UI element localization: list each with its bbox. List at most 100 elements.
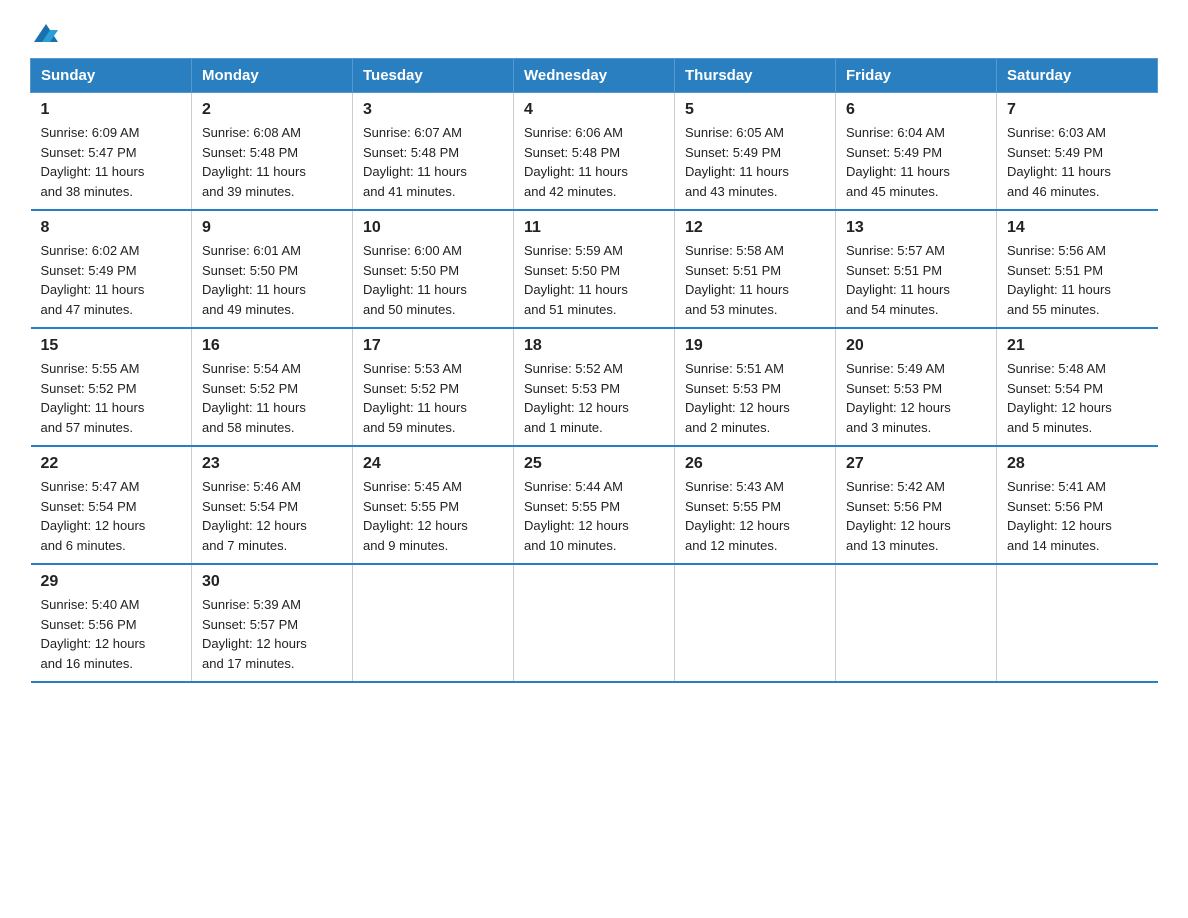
calendar-cell: 29 Sunrise: 5:40 AMSunset: 5:56 PMDayligh… <box>31 564 192 682</box>
calendar-cell <box>514 564 675 682</box>
day-info: Sunrise: 5:49 AMSunset: 5:53 PMDaylight:… <box>846 359 986 437</box>
calendar-cell: 6 Sunrise: 6:04 AMSunset: 5:49 PMDaylight… <box>836 93 997 211</box>
calendar-cell: 5 Sunrise: 6:05 AMSunset: 5:49 PMDaylight… <box>675 93 836 211</box>
day-number: 23 <box>202 455 342 473</box>
day-info: Sunrise: 5:58 AMSunset: 5:51 PMDaylight:… <box>685 241 825 319</box>
day-number: 4 <box>524 101 664 119</box>
calendar-cell: 17Sunrise: 5:53 AMSunset: 5:52 PMDayligh… <box>353 328 514 446</box>
day-info: Sunrise: 5:47 AMSunset: 5:54 PMDaylight:… <box>41 477 182 555</box>
day-info: Sunrise: 5:55 AMSunset: 5:52 PMDaylight:… <box>41 359 182 437</box>
calendar-cell: 2Sunrise: 6:08 AMSunset: 5:48 PMDaylight… <box>192 93 353 211</box>
calendar-cell <box>353 564 514 682</box>
calendar-cell: 14 Sunrise: 5:56 AMSunset: 5:51 PMDayligh… <box>997 210 1158 328</box>
day-info: Sunrise: 6:09 AMSunset: 5:47 PMDaylight:… <box>41 123 182 201</box>
day-number: 1 <box>41 101 182 119</box>
day-info: Sunrise: 5:43 AMSunset: 5:55 PMDaylight:… <box>685 477 825 555</box>
day-number: 3 <box>363 101 503 119</box>
day-info: Sunrise: 5:41 AMSunset: 5:56 PMDaylight:… <box>1007 477 1148 555</box>
calendar-cell: 25 Sunrise: 5:44 AMSunset: 5:55 PMDayligh… <box>514 446 675 564</box>
day-number: 14 <box>1007 219 1148 237</box>
calendar-week-row: 8 Sunrise: 6:02 AMSunset: 5:49 PMDaylight… <box>31 210 1158 328</box>
calendar-cell: 1 Sunrise: 6:09 AMSunset: 5:47 PMDaylight… <box>31 93 192 211</box>
day-number: 28 <box>1007 455 1148 473</box>
day-number: 13 <box>846 219 986 237</box>
day-number: 6 <box>846 101 986 119</box>
day-number: 10 <box>363 219 503 237</box>
calendar-week-row: 1 Sunrise: 6:09 AMSunset: 5:47 PMDaylight… <box>31 93 1158 211</box>
day-number: 20 <box>846 337 986 355</box>
calendar-cell: 19 Sunrise: 5:51 AMSunset: 5:53 PMDayligh… <box>675 328 836 446</box>
calendar-cell: 12 Sunrise: 5:58 AMSunset: 5:51 PMDayligh… <box>675 210 836 328</box>
day-number: 7 <box>1007 101 1148 119</box>
day-number: 18 <box>524 337 664 355</box>
day-info: Sunrise: 6:06 AMSunset: 5:48 PMDaylight:… <box>524 123 664 201</box>
day-number: 19 <box>685 337 825 355</box>
calendar-cell: 7 Sunrise: 6:03 AMSunset: 5:49 PMDaylight… <box>997 93 1158 211</box>
day-number: 16 <box>202 337 342 355</box>
calendar-cell: 9 Sunrise: 6:01 AMSunset: 5:50 PMDaylight… <box>192 210 353 328</box>
day-number: 29 <box>41 573 182 591</box>
header-sunday: Sunday <box>31 59 192 93</box>
day-number: 9 <box>202 219 342 237</box>
day-number: 22 <box>41 455 182 473</box>
day-number: 24 <box>363 455 503 473</box>
calendar-cell: 27Sunrise: 5:42 AMSunset: 5:56 PMDayligh… <box>836 446 997 564</box>
day-info: Sunrise: 5:59 AMSunset: 5:50 PMDaylight:… <box>524 241 664 319</box>
day-info: Sunrise: 5:48 AMSunset: 5:54 PMDaylight:… <box>1007 359 1148 437</box>
header-thursday: Thursday <box>675 59 836 93</box>
day-info: Sunrise: 5:40 AMSunset: 5:56 PMDaylight:… <box>41 595 182 673</box>
day-number: 15 <box>41 337 182 355</box>
calendar-cell: 8 Sunrise: 6:02 AMSunset: 5:49 PMDaylight… <box>31 210 192 328</box>
calendar-cell: 15 Sunrise: 5:55 AMSunset: 5:52 PMDayligh… <box>31 328 192 446</box>
day-info: Sunrise: 6:04 AMSunset: 5:49 PMDaylight:… <box>846 123 986 201</box>
calendar-cell: 11Sunrise: 5:59 AMSunset: 5:50 PMDayligh… <box>514 210 675 328</box>
day-info: Sunrise: 5:45 AMSunset: 5:55 PMDaylight:… <box>363 477 503 555</box>
calendar-cell: 10Sunrise: 6:00 AMSunset: 5:50 PMDayligh… <box>353 210 514 328</box>
calendar-table: Sunday Monday Tuesday Wednesday Thursday… <box>30 58 1158 683</box>
calendar-body: 1 Sunrise: 6:09 AMSunset: 5:47 PMDaylight… <box>31 93 1158 683</box>
day-info: Sunrise: 5:56 AMSunset: 5:51 PMDaylight:… <box>1007 241 1148 319</box>
day-number: 5 <box>685 101 825 119</box>
header-wednesday: Wednesday <box>514 59 675 93</box>
calendar-week-row: 15 Sunrise: 5:55 AMSunset: 5:52 PMDayligh… <box>31 328 1158 446</box>
calendar-cell: 28 Sunrise: 5:41 AMSunset: 5:56 PMDayligh… <box>997 446 1158 564</box>
logo-icon <box>32 20 60 48</box>
day-info: Sunrise: 6:01 AMSunset: 5:50 PMDaylight:… <box>202 241 342 319</box>
day-number: 25 <box>524 455 664 473</box>
calendar-header-row: Sunday Monday Tuesday Wednesday Thursday… <box>31 59 1158 93</box>
header-tuesday: Tuesday <box>353 59 514 93</box>
calendar-cell: 21 Sunrise: 5:48 AMSunset: 5:54 PMDayligh… <box>997 328 1158 446</box>
calendar-cell: 30 Sunrise: 5:39 AMSunset: 5:57 PMDayligh… <box>192 564 353 682</box>
day-info: Sunrise: 5:46 AMSunset: 5:54 PMDaylight:… <box>202 477 342 555</box>
day-info: Sunrise: 6:02 AMSunset: 5:49 PMDaylight:… <box>41 241 182 319</box>
header-friday: Friday <box>836 59 997 93</box>
day-number: 26 <box>685 455 825 473</box>
calendar-cell: 22 Sunrise: 5:47 AMSunset: 5:54 PMDayligh… <box>31 446 192 564</box>
day-info: Sunrise: 5:57 AMSunset: 5:51 PMDaylight:… <box>846 241 986 319</box>
calendar-cell: 4 Sunrise: 6:06 AMSunset: 5:48 PMDaylight… <box>514 93 675 211</box>
day-info: Sunrise: 6:07 AMSunset: 5:48 PMDaylight:… <box>363 123 503 201</box>
page-header <box>30 20 1158 42</box>
calendar-week-row: 29 Sunrise: 5:40 AMSunset: 5:56 PMDayligh… <box>31 564 1158 682</box>
header-saturday: Saturday <box>997 59 1158 93</box>
calendar-cell: 24 Sunrise: 5:45 AMSunset: 5:55 PMDayligh… <box>353 446 514 564</box>
calendar-cell <box>836 564 997 682</box>
day-info: Sunrise: 5:44 AMSunset: 5:55 PMDaylight:… <box>524 477 664 555</box>
day-number: 2 <box>202 101 342 119</box>
day-info: Sunrise: 5:39 AMSunset: 5:57 PMDaylight:… <box>202 595 342 673</box>
calendar-cell <box>675 564 836 682</box>
day-number: 12 <box>685 219 825 237</box>
calendar-cell: 23 Sunrise: 5:46 AMSunset: 5:54 PMDayligh… <box>192 446 353 564</box>
day-info: Sunrise: 6:05 AMSunset: 5:49 PMDaylight:… <box>685 123 825 201</box>
calendar-cell: 13 Sunrise: 5:57 AMSunset: 5:51 PMDayligh… <box>836 210 997 328</box>
day-number: 8 <box>41 219 182 237</box>
calendar-cell: 26 Sunrise: 5:43 AMSunset: 5:55 PMDayligh… <box>675 446 836 564</box>
day-info: Sunrise: 5:51 AMSunset: 5:53 PMDaylight:… <box>685 359 825 437</box>
calendar-cell: 20 Sunrise: 5:49 AMSunset: 5:53 PMDayligh… <box>836 328 997 446</box>
day-number: 21 <box>1007 337 1148 355</box>
day-number: 30 <box>202 573 342 591</box>
calendar-cell: 18Sunrise: 5:52 AMSunset: 5:53 PMDayligh… <box>514 328 675 446</box>
calendar-cell: 16 Sunrise: 5:54 AMSunset: 5:52 PMDayligh… <box>192 328 353 446</box>
day-info: Sunrise: 6:03 AMSunset: 5:49 PMDaylight:… <box>1007 123 1148 201</box>
day-info: Sunrise: 5:54 AMSunset: 5:52 PMDaylight:… <box>202 359 342 437</box>
